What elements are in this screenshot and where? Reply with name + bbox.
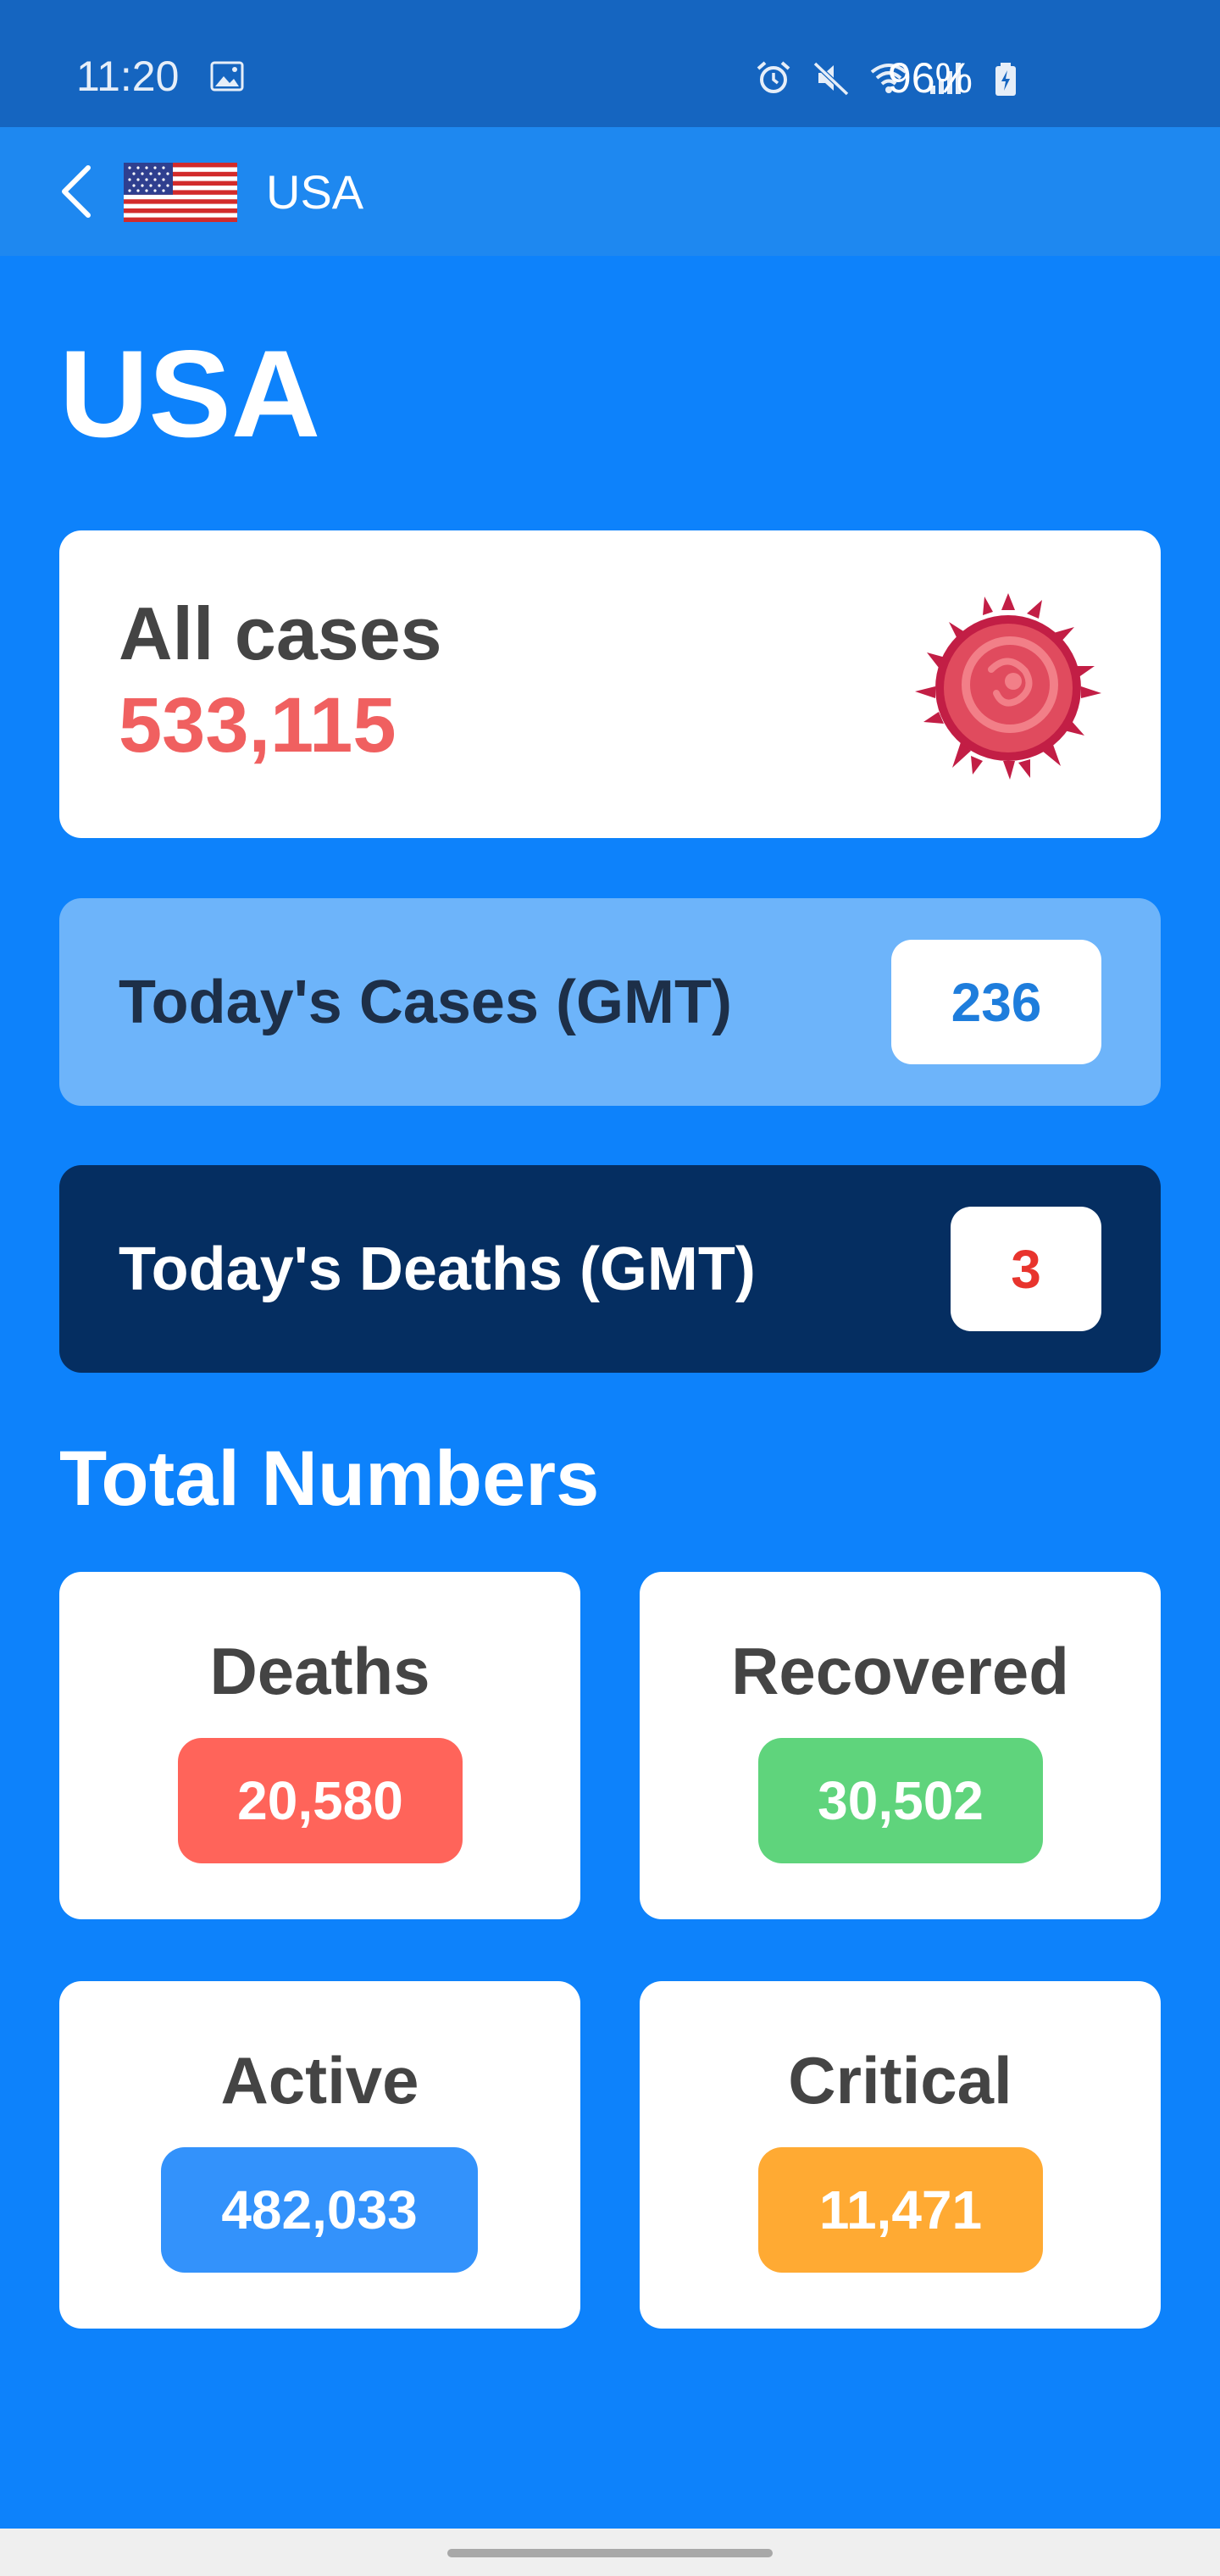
- critical-badge: 11,471: [758, 2147, 1043, 2273]
- virus-icon: [915, 593, 1101, 780]
- all-cases-label: All cases: [119, 591, 442, 675]
- todays-cases-row: Today's Cases (GMT) 236: [59, 898, 1161, 1106]
- total-numbers-title: Total Numbers: [59, 1435, 600, 1522]
- todays-deaths-label: Today's Deaths (GMT): [119, 1235, 756, 1303]
- page-title: USA: [59, 325, 321, 463]
- alarm-icon: [757, 61, 790, 93]
- battery-charging-icon: [995, 63, 1016, 96]
- recovered-card: Recovered 30,502: [640, 1572, 1161, 1919]
- active-label: Active: [220, 2043, 419, 2118]
- todays-deaths-row: Today's Deaths (GMT) 3: [59, 1165, 1161, 1373]
- us-flag-icon: [124, 163, 237, 222]
- deaths-label: Deaths: [209, 1634, 430, 1708]
- todays-cases-badge: 236: [891, 940, 1101, 1064]
- app-bar: USA: [0, 127, 1220, 256]
- gallery-icon: [210, 61, 244, 92]
- active-card: Active 482,033: [59, 1981, 580, 2329]
- status-bar: 11:20 96%: [0, 0, 1220, 127]
- todays-cases-label: Today's Cases (GMT): [119, 969, 732, 1036]
- home-gesture-handle[interactable]: [447, 2549, 773, 2557]
- deaths-card: Deaths 20,580: [59, 1572, 580, 1919]
- all-cases-value: 533,115: [119, 682, 396, 769]
- active-badge: 482,033: [161, 2147, 478, 2273]
- status-time: 11:20: [76, 53, 180, 100]
- critical-label: Critical: [788, 2043, 1012, 2118]
- all-cases-card: All cases 533,115: [59, 530, 1161, 838]
- app-bar-title: USA: [266, 165, 364, 219]
- recovered-badge: 30,502: [758, 1738, 1043, 1863]
- system-nav-bar: [0, 2529, 1220, 2576]
- todays-deaths-badge: 3: [951, 1207, 1101, 1331]
- mute-icon: [812, 61, 850, 97]
- deaths-badge: 20,580: [178, 1738, 463, 1863]
- recovered-label: Recovered: [731, 1634, 1069, 1708]
- critical-card: Critical 11,471: [640, 1981, 1161, 2329]
- battery-percent: 96%: [887, 54, 973, 102]
- back-button[interactable]: [53, 161, 103, 222]
